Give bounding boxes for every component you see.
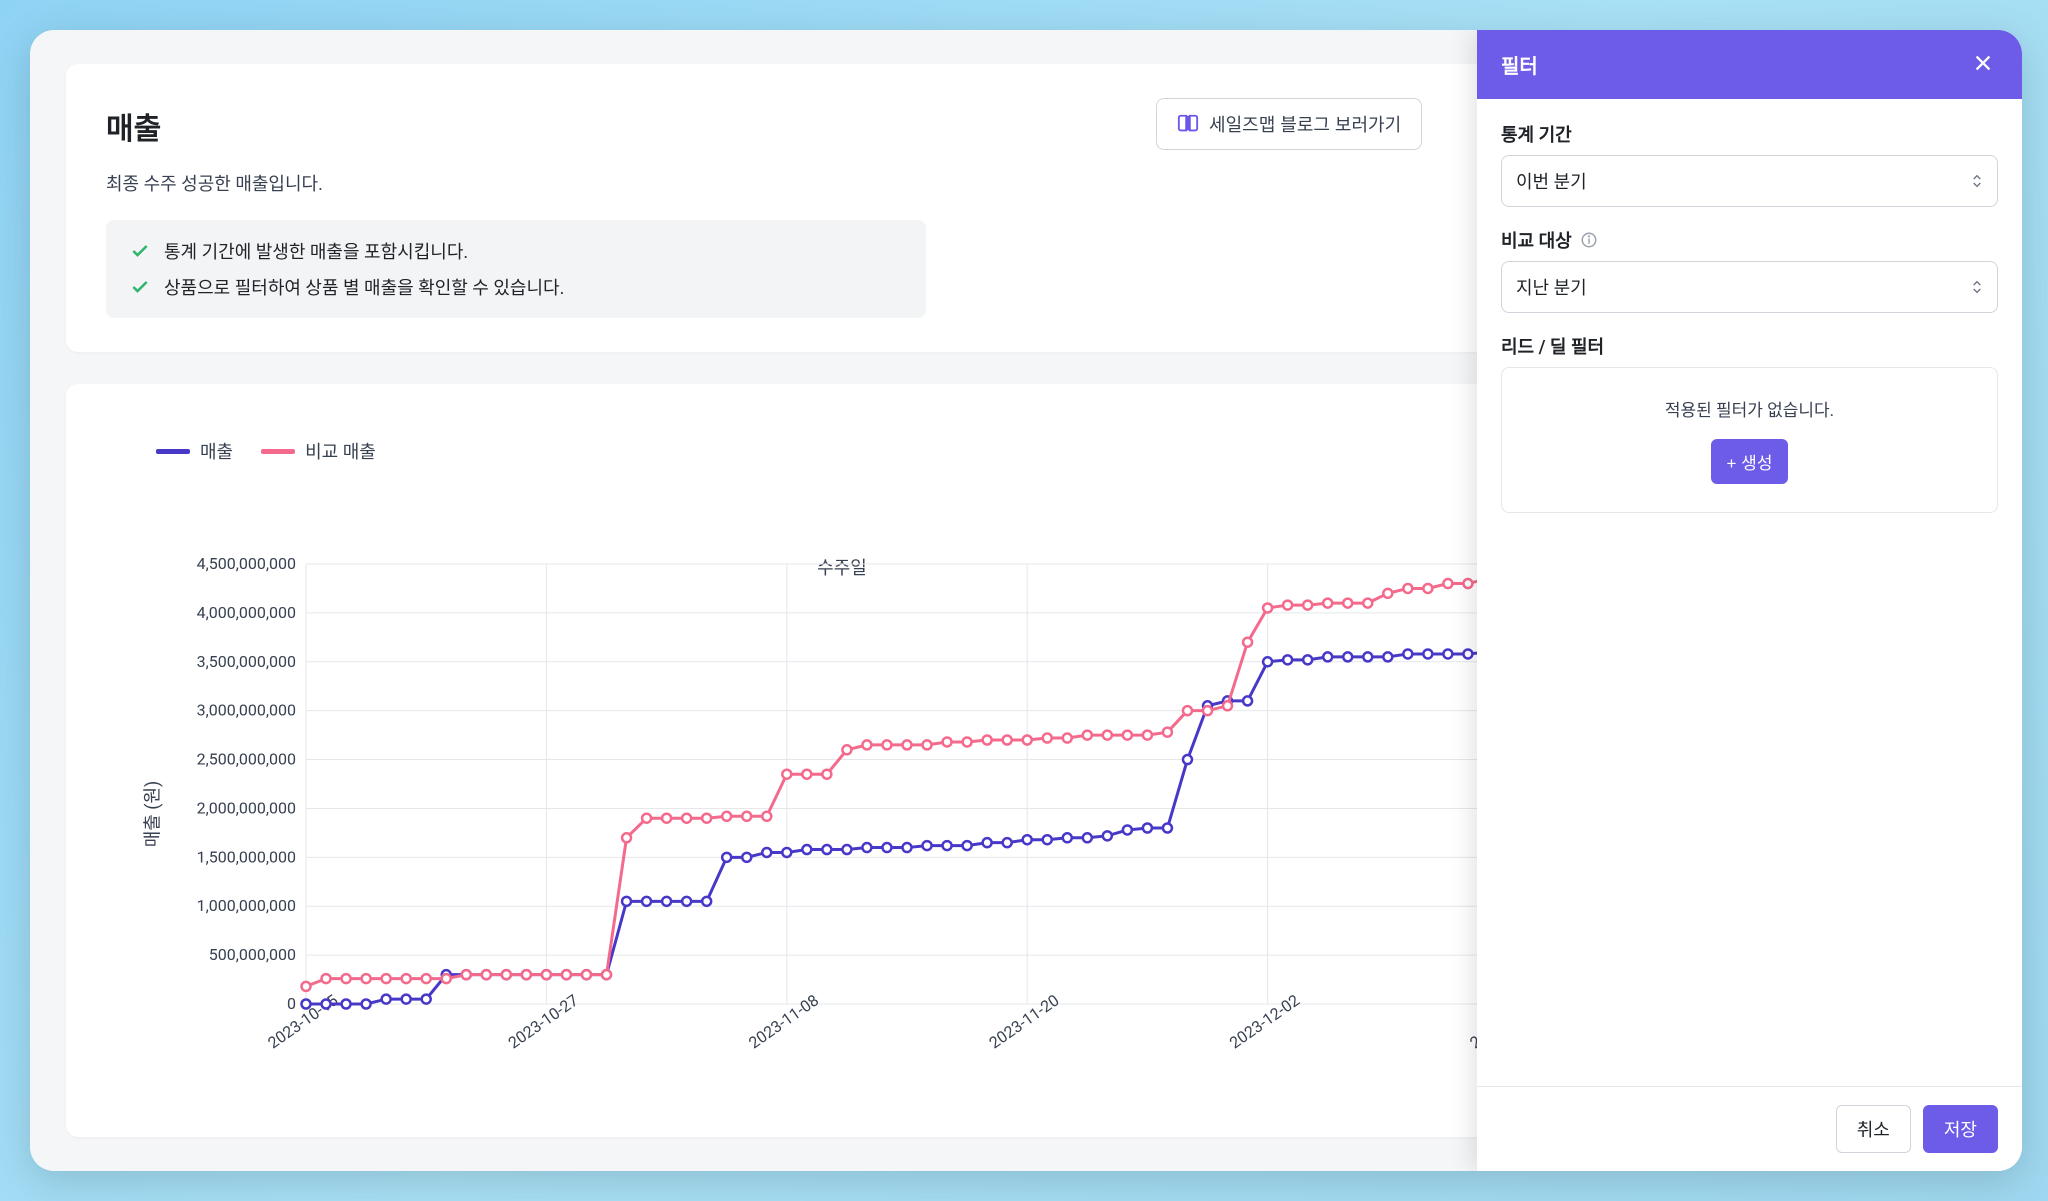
svg-text:1,000,000,000: 1,000,000,000	[197, 896, 296, 915]
svg-text:0: 0	[287, 994, 296, 1013]
legend-item-compare: 비교 매출	[261, 438, 376, 464]
save-button[interactable]: 저장	[1923, 1105, 1998, 1153]
blog-link-button[interactable]: 세일즈맵 블로그 보러가기	[1156, 98, 1422, 150]
legend-label: 매출	[200, 438, 233, 464]
tip-text: 상품으로 필터하여 상품 별 매출을 확인할 수 있습니다.	[164, 274, 564, 300]
filter-title: 필터	[1501, 50, 1538, 79]
filter-label: 비교 대상	[1501, 227, 1998, 253]
filter-label-text: 비교 대상	[1501, 227, 1572, 253]
chevron-updown-icon	[1969, 279, 1985, 295]
empty-filter-box: 적용된 필터가 없습니다. + 생성	[1501, 367, 1998, 513]
tip-row: 통계 기간에 발생한 매출을 포함시킵니다.	[130, 238, 902, 264]
chart-plot: 0 500,000,000 1,000,000,000 1,500,000,000 2,…	[156, 554, 1528, 1074]
svg-text:3,500,000,000: 3,500,000,000	[197, 652, 296, 671]
select-value: 지난 분기	[1516, 278, 1587, 299]
filter-label: 통계 기간	[1501, 121, 1998, 147]
book-icon	[1177, 113, 1199, 135]
header-left: 매출 최종 수주 성공한 매출입니다. 세일즈맵 블로그 보러가기 통계 기간에…	[106, 104, 1422, 318]
chart-card: 매출 비교 매출 매출 (원) 0500,000,0001,000,000,00…	[66, 384, 1558, 1137]
filter-panel: 필터 통계 기간 이번 분기 비교 대상 지난 분기	[1477, 30, 2022, 1171]
chart-legend: 매출 비교 매출	[156, 438, 1528, 464]
check-icon	[130, 241, 150, 261]
svg-text:1,500,000,000: 1,500,000,000	[197, 847, 296, 866]
filter-label: 리드 / 딜 필터	[1501, 333, 1998, 359]
chart-area: 매출 (원) 0500,000,0001,000,000,0001,500,00…	[156, 554, 1528, 1074]
close-icon	[1972, 52, 1994, 74]
page-title: 매출	[106, 104, 956, 148]
filter-group-compare: 비교 대상 지난 분기	[1501, 227, 1998, 313]
filter-group-deal: 리드 / 딜 필터 적용된 필터가 없습니다. + 생성	[1501, 333, 1998, 513]
svg-text:2023-11-20: 2023-11-20	[986, 991, 1063, 1053]
page-subtitle: 최종 수주 성공한 매출입니다.	[106, 170, 956, 196]
svg-text:2,000,000,000: 2,000,000,000	[197, 798, 296, 817]
tips-box: 통계 기간에 발생한 매출을 포함시킵니다. 상품으로 필터하여 상품 별 매출…	[106, 220, 926, 318]
tip-row: 상품으로 필터하여 상품 별 매출을 확인할 수 있습니다.	[130, 274, 902, 300]
select-value: 이번 분기	[1516, 172, 1587, 193]
create-filter-button[interactable]: + 생성	[1711, 439, 1789, 484]
svg-text:2023-12-02: 2023-12-02	[1226, 991, 1303, 1053]
info-icon	[1580, 231, 1598, 249]
tip-text: 통계 기간에 발생한 매출을 포함시킵니다.	[164, 238, 468, 264]
legend-swatch	[156, 449, 190, 454]
filter-header: 필터	[1477, 30, 2022, 99]
close-button[interactable]	[1968, 48, 1998, 81]
filter-body: 통계 기간 이번 분기 비교 대상 지난 분기 리드 / 딜 필터	[1477, 99, 2022, 1086]
svg-text:2023-11-08: 2023-11-08	[745, 991, 822, 1053]
chevron-updown-icon	[1969, 173, 1985, 189]
empty-filter-text: 적용된 필터가 없습니다.	[1665, 396, 1834, 421]
period-select[interactable]: 이번 분기	[1501, 155, 1998, 207]
cancel-button[interactable]: 취소	[1836, 1105, 1911, 1153]
blog-link-label: 세일즈맵 블로그 보러가기	[1209, 111, 1401, 137]
legend-swatch	[261, 449, 295, 454]
filter-group-period: 통계 기간 이번 분기	[1501, 121, 1998, 207]
check-icon	[130, 277, 150, 297]
main-column: 매출 최종 수주 성공한 매출입니다. 세일즈맵 블로그 보러가기 통계 기간에…	[66, 64, 1558, 1137]
svg-text:500,000,000: 500,000,000	[209, 945, 296, 964]
svg-text:4,000,000,000: 4,000,000,000	[197, 603, 296, 622]
header-card: 매출 최종 수주 성공한 매출입니다. 세일즈맵 블로그 보러가기 통계 기간에…	[66, 64, 1558, 352]
legend-item-sales: 매출	[156, 438, 233, 464]
svg-text:2,500,000,000: 2,500,000,000	[197, 750, 296, 769]
legend-label: 비교 매출	[305, 438, 376, 464]
compare-select[interactable]: 지난 분기	[1501, 261, 1998, 313]
app-shell: 매출 최종 수주 성공한 매출입니다. 세일즈맵 블로그 보러가기 통계 기간에…	[30, 30, 2022, 1171]
svg-text:4,500,000,000: 4,500,000,000	[197, 554, 296, 573]
filter-footer: 취소 저장	[1477, 1086, 2022, 1171]
svg-text:2023-10-27: 2023-10-27	[505, 991, 582, 1053]
svg-text:3,000,000,000: 3,000,000,000	[197, 701, 296, 720]
